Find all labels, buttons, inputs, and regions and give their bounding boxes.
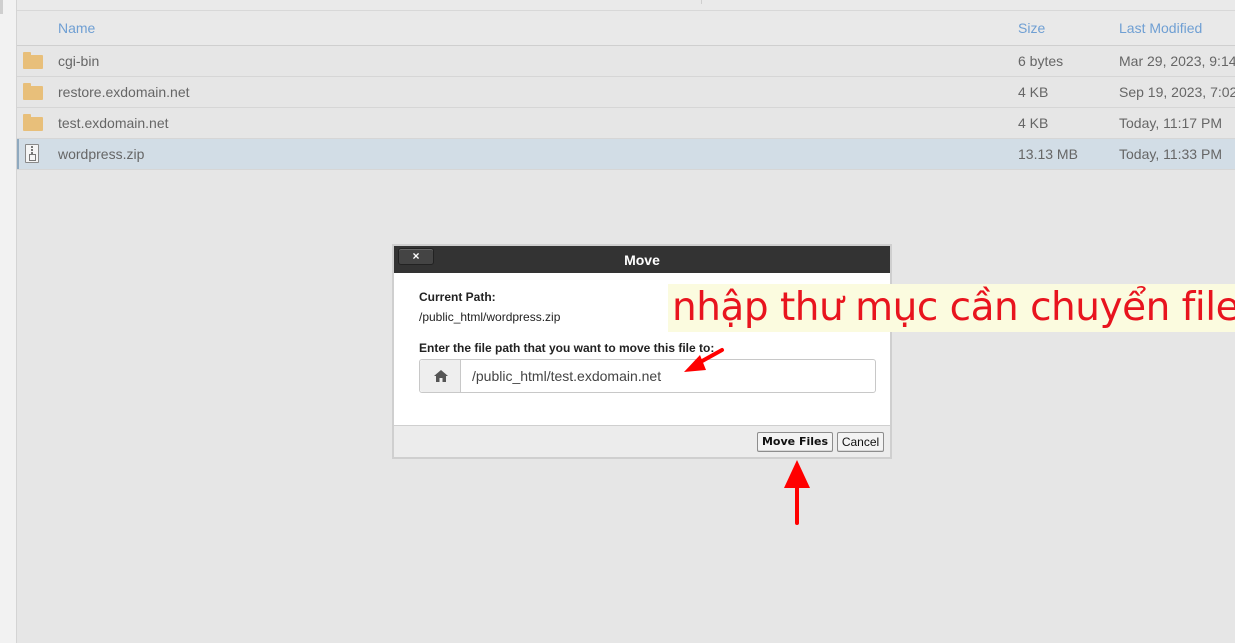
folder-icon <box>22 52 44 70</box>
toolbar-divider <box>701 0 702 4</box>
header-name[interactable]: Name <box>58 20 95 36</box>
table-row[interactable]: test.exdomain.net 4 KB Today, 11:17 PM <box>17 108 1235 139</box>
top-toolbar-edge <box>17 0 1235 11</box>
table-row[interactable]: cgi-bin 6 bytes Mar 29, 2023, 9:14 <box>17 46 1235 77</box>
header-size[interactable]: Size <box>1018 20 1045 36</box>
file-size: 6 bytes <box>1018 53 1064 69</box>
left-gutter <box>0 0 17 643</box>
zip-file-icon <box>22 144 44 163</box>
file-modified: Sep 19, 2023, 7:02 <box>1119 84 1235 100</box>
file-size: 4 KB <box>1018 84 1049 100</box>
file-size: 4 KB <box>1018 115 1049 131</box>
annotation-note: nhập thư mục cần chuyển file <box>668 284 1235 332</box>
file-name[interactable]: cgi-bin <box>58 53 99 69</box>
table-row-selected[interactable]: wordpress.zip 13.13 MB Today, 11:33 PM <box>17 139 1235 170</box>
destination-path-input[interactable]: /public_html/test.exdomain.net <box>472 368 661 384</box>
cancel-button[interactable]: Cancel <box>837 432 884 452</box>
dialog-title: Move <box>624 252 660 268</box>
move-files-button[interactable]: Move Files <box>757 432 833 452</box>
folder-icon <box>22 83 44 101</box>
current-path-label: Current Path: <box>419 290 496 304</box>
file-modified: Today, 11:17 PM <box>1119 115 1222 131</box>
folder-icon <box>22 114 44 132</box>
file-name[interactable]: restore.exdomain.net <box>58 84 190 100</box>
table-row[interactable]: restore.exdomain.net 4 KB Sep 19, 2023, … <box>17 77 1235 108</box>
home-addon <box>420 360 461 392</box>
dialog-footer: Move Files Cancel <box>394 425 890 457</box>
file-size: 13.13 MB <box>1018 146 1078 162</box>
file-name[interactable]: wordpress.zip <box>58 146 144 162</box>
file-modified: Today, 11:33 PM <box>1119 146 1222 162</box>
file-table: Name Size Last Modified cgi-bin 6 bytes … <box>17 11 1235 170</box>
dialog-titlebar: × Move <box>394 246 890 273</box>
file-modified: Mar 29, 2023, 9:14 <box>1119 53 1235 69</box>
file-name[interactable]: test.exdomain.net <box>58 115 169 131</box>
table-header: Name Size Last Modified <box>17 11 1235 46</box>
destination-path-field[interactable]: /public_html/test.exdomain.net <box>419 359 876 393</box>
gutter-tick <box>0 0 3 14</box>
home-icon <box>434 370 448 382</box>
header-last-modified[interactable]: Last Modified <box>1119 20 1202 36</box>
move-dialog: × Move Current Path: /public_html/wordpr… <box>392 244 892 459</box>
destination-prompt: Enter the file path that you want to mov… <box>419 341 715 355</box>
current-path-value: /public_html/wordpress.zip <box>419 310 561 324</box>
arrow-to-move-button-icon <box>784 460 810 525</box>
